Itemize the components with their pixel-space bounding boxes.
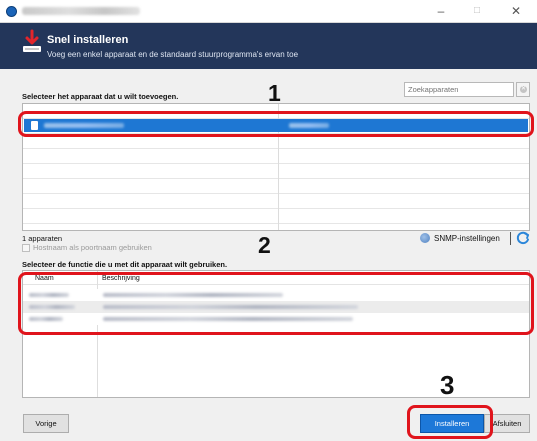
device-count: 1 apparaten: [22, 234, 63, 243]
highlight-box-3: [407, 405, 493, 439]
snmp-settings-button[interactable]: SNMP-instellingen: [434, 234, 500, 243]
header-title: Snel installeren: [47, 34, 129, 46]
step-number-2: 2: [258, 232, 271, 258]
step-number-3: 3: [440, 370, 455, 400]
maximize-button[interactable]: □: [459, 2, 495, 20]
refresh-icon[interactable]: [516, 231, 530, 245]
device-search-input[interactable]: [404, 82, 514, 97]
download-arrow-icon: [23, 29, 41, 52]
previous-button[interactable]: Vorige: [23, 414, 69, 433]
hostname-checkbox[interactable]: [22, 244, 30, 252]
highlight-box-1: [18, 111, 534, 137]
minimize-button[interactable]: –: [423, 2, 459, 20]
snmp-settings-icon[interactable]: [420, 233, 430, 243]
device-section-label: Selecteer het apparaat dat u wilt toevoe…: [22, 92, 179, 101]
toolbar-divider: [510, 232, 511, 245]
window-title-redacted: [22, 7, 140, 15]
clear-icon: ✕: [520, 86, 527, 93]
close-window-button[interactable]: ✕: [498, 2, 534, 20]
hostname-checkbox-label: Hostnaam als poortnaam gebruiken: [33, 243, 152, 252]
title-bar: – □ ✕: [0, 0, 537, 23]
header-banner: Snel installeren Voeg een enkel apparaat…: [0, 23, 537, 69]
function-section-label: Selecteer de functie die u met dit appar…: [22, 260, 228, 269]
highlight-box-2: [18, 272, 534, 335]
search-clear-button[interactable]: ✕: [516, 82, 530, 97]
header-subtitle: Voeg een enkel apparaat en de standaard …: [47, 50, 299, 59]
app-globe-icon: [6, 6, 17, 17]
